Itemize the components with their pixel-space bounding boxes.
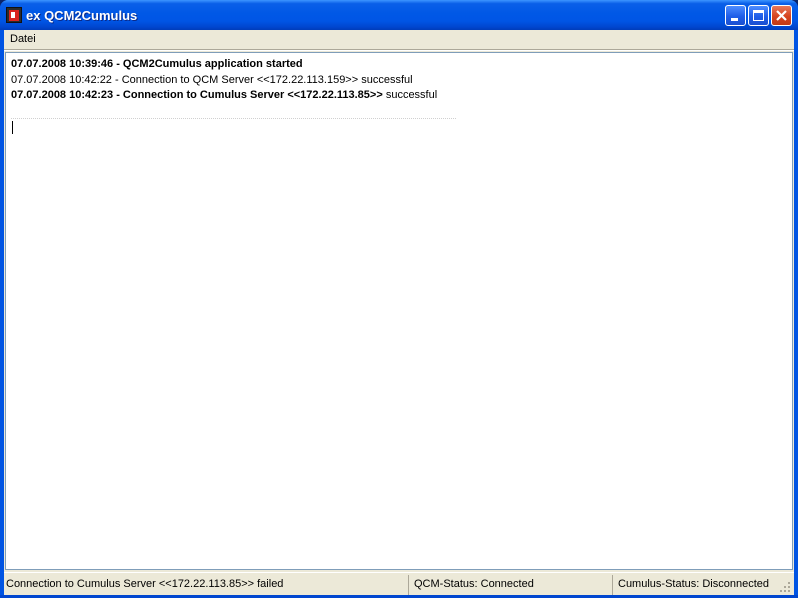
close-icon bbox=[776, 10, 787, 21]
status-divider bbox=[612, 575, 613, 595]
text-caret bbox=[12, 121, 13, 134]
log-line: 07.07.2008 10:42:22 - Connection to QCM … bbox=[11, 74, 413, 86]
minimize-icon bbox=[731, 18, 738, 21]
close-button[interactable] bbox=[771, 5, 792, 26]
menu-datei[interactable]: Datei bbox=[6, 32, 40, 47]
status-message: Connection to Cumulus Server <<172.22.11… bbox=[6, 578, 284, 590]
client-area: Datei 07.07.2008 10:39:46 - QCM2Cumulus … bbox=[4, 30, 794, 596]
status-divider bbox=[408, 575, 409, 595]
status-bar: Connection to Cumulus Server <<172.22.11… bbox=[4, 572, 794, 596]
log-line-normal: successful bbox=[382, 89, 438, 101]
minimize-button[interactable] bbox=[725, 5, 746, 26]
title-bar[interactable]: ex QCM2Cumulus bbox=[0, 0, 798, 30]
log-line: 07.07.2008 10:42:23 - Connection to Cumu… bbox=[11, 89, 437, 101]
resize-grip-icon[interactable] bbox=[780, 582, 791, 593]
log-line-normal: 07.07.2008 10:42:22 - Connection to QCM … bbox=[11, 74, 413, 86]
window-title: ex QCM2Cumulus bbox=[26, 8, 138, 23]
cumulus-status: Cumulus-Status: Disconnected bbox=[618, 578, 770, 590]
log-line-bold: 07.07.2008 10:42:23 - Connection to Cumu… bbox=[11, 89, 383, 101]
maximize-icon bbox=[753, 10, 764, 21]
qcm-status: QCM-Status: Connected bbox=[414, 578, 534, 590]
log-line: 07.07.2008 10:39:46 - QCM2Cumulus applic… bbox=[11, 58, 303, 70]
maximize-button[interactable] bbox=[748, 5, 769, 26]
log-textarea[interactable]: 07.07.2008 10:39:46 - QCM2Cumulus applic… bbox=[5, 52, 793, 570]
app-window: ex QCM2Cumulus Datei 07.07.2008 10:39:46… bbox=[0, 0, 798, 598]
menu-divider-highlight bbox=[4, 50, 794, 51]
app-icon[interactable] bbox=[6, 7, 22, 23]
log-line-bold: 07.07.2008 10:39:46 - QCM2Cumulus applic… bbox=[11, 58, 303, 70]
menu-bar: Datei bbox=[4, 30, 794, 49]
dotted-separator bbox=[11, 118, 456, 119]
